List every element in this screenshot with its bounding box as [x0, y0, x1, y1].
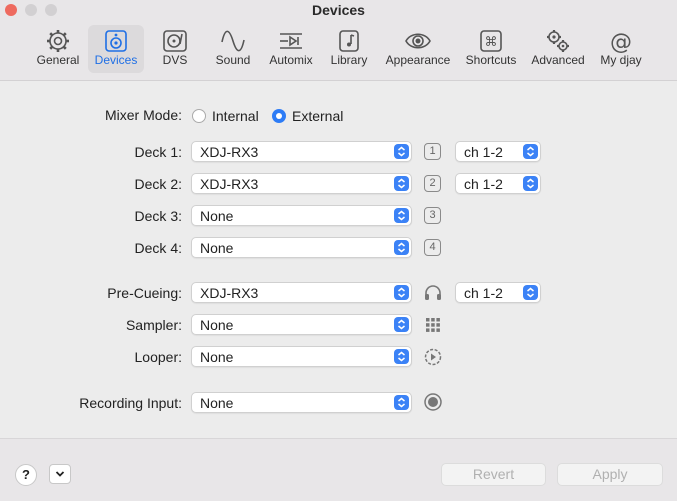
recording-input-label: Recording Input:: [79, 395, 182, 411]
automix-icon: [280, 33, 302, 49]
title-bar: Devices General Devices DVS Sound Automi…: [0, 0, 677, 81]
deck-1-channel-select[interactable]: ch 1-2: [455, 141, 541, 162]
deck-2-number-badge: 2: [424, 175, 441, 192]
mixer-mode-external-label: External: [292, 108, 344, 124]
chevron-updown-icon: [523, 176, 538, 191]
mixer-mode-internal-label: Internal: [212, 108, 259, 124]
tab-devices-label: Devices: [94, 53, 138, 67]
turntable-icon: [163, 30, 187, 52]
sampler-grid-icon: [426, 318, 440, 332]
apply-button[interactable]: Apply: [557, 463, 663, 486]
mixer-mode-label: Mixer Mode:: [104, 107, 182, 123]
deck-1-label: Deck 1:: [134, 144, 182, 160]
chevron-updown-icon: [394, 144, 409, 159]
deck-2-value: XDJ-RX3: [200, 176, 259, 192]
mixer-mode-internal-radio[interactable]: [192, 109, 206, 123]
pre-cueing-channel-value: ch 1-2: [464, 285, 503, 301]
pre-cueing-value: XDJ-RX3: [200, 285, 259, 301]
chevron-updown-icon: [394, 208, 409, 223]
tab-dvs-label: DVS: [162, 53, 188, 67]
tab-sound-label: Sound: [215, 53, 251, 67]
recording-input-value: None: [200, 395, 234, 411]
deck-4-select[interactable]: None: [191, 237, 412, 258]
tab-automix-label: Automix: [269, 53, 313, 67]
chevron-updown-icon: [523, 144, 538, 159]
pre-cueing-label: Pre-Cueing:: [107, 285, 182, 301]
deck-3-value: None: [200, 208, 234, 224]
looper-value: None: [200, 349, 234, 365]
eye-icon: [405, 33, 431, 49]
looper-label: Looper:: [134, 349, 182, 365]
tab-dvs[interactable]: DVS: [150, 25, 200, 73]
at-icon: @: [610, 30, 632, 54]
pre-cueing-select[interactable]: XDJ-RX3: [191, 282, 412, 303]
revert-button[interactable]: Revert: [441, 463, 546, 486]
sampler-value: None: [200, 317, 234, 333]
chevron-down-icon: [55, 471, 65, 477]
looper-select[interactable]: None: [191, 346, 412, 367]
tab-appearance[interactable]: Appearance: [381, 25, 455, 73]
deck-1-select[interactable]: XDJ-RX3: [191, 141, 412, 162]
tab-advanced[interactable]: Advanced: [527, 25, 589, 73]
deck-2-channel-value: ch 1-2: [464, 176, 503, 192]
tab-my-djay-label: My djay: [600, 53, 642, 67]
deck-1-number-badge: 1: [424, 143, 441, 160]
deck-3-select[interactable]: None: [191, 205, 412, 226]
headphones-icon: [425, 285, 441, 300]
command-icon: ⌘: [480, 30, 502, 52]
tab-library[interactable]: Library: [324, 25, 374, 73]
tab-library-label: Library: [330, 53, 368, 67]
tab-general[interactable]: General: [32, 25, 84, 73]
help-button[interactable]: ?: [15, 464, 37, 486]
tab-shortcuts-label: Shortcuts: [465, 53, 517, 67]
deck-1-value: XDJ-RX3: [200, 144, 259, 160]
tab-devices[interactable]: Devices: [88, 25, 144, 73]
gears-icon: [547, 30, 569, 52]
window-title: Devices: [312, 2, 365, 18]
tab-advanced-label: Advanced: [531, 53, 585, 67]
sampler-select[interactable]: None: [191, 314, 412, 335]
tab-general-label: General: [36, 53, 80, 67]
pre-cueing-channel-select[interactable]: ch 1-2: [455, 282, 541, 303]
svg-text:⌘: ⌘: [485, 35, 498, 50]
tab-shortcuts[interactable]: ⌘ Shortcuts: [460, 25, 522, 73]
deck-4-label: Deck 4:: [134, 240, 182, 256]
chevron-updown-icon: [394, 176, 409, 191]
library-icon: [339, 30, 359, 52]
chevron-updown-icon: [394, 349, 409, 364]
chevron-updown-icon: [394, 317, 409, 332]
deck-1-channel-value: ch 1-2: [464, 144, 503, 160]
mixer-mode-external-radio[interactable]: [272, 109, 286, 123]
more-options-button[interactable]: [49, 464, 71, 484]
chevron-updown-icon: [394, 285, 409, 300]
deck-2-label: Deck 2:: [134, 176, 182, 192]
sampler-label: Sampler:: [125, 317, 182, 333]
svg-text:@: @: [610, 30, 632, 54]
tab-sound[interactable]: Sound: [208, 25, 258, 73]
deck-3-label: Deck 3:: [134, 208, 182, 224]
record-icon: [424, 393, 442, 411]
tab-appearance-label: Appearance: [385, 53, 451, 67]
deck-2-channel-select[interactable]: ch 1-2: [455, 173, 541, 194]
deck-4-value: None: [200, 240, 234, 256]
recording-input-select[interactable]: None: [191, 392, 412, 413]
deck-4-number-badge: 4: [424, 239, 441, 256]
tab-automix[interactable]: Automix: [265, 25, 317, 73]
deck-2-select[interactable]: XDJ-RX3: [191, 173, 412, 194]
tab-my-djay[interactable]: @ My djay: [594, 25, 648, 73]
looper-icon: [424, 348, 442, 366]
deck-3-number-badge: 3: [424, 207, 441, 224]
speaker-icon: [105, 30, 127, 52]
waveform-icon: [221, 30, 245, 52]
bottom-bar: ? Revert Apply: [0, 438, 677, 501]
chevron-updown-icon: [394, 395, 409, 410]
gear-icon: [47, 30, 69, 52]
chevron-updown-icon: [523, 285, 538, 300]
chevron-updown-icon: [394, 240, 409, 255]
devices-settings-panel: Mixer Mode: Internal External Deck 1: XD…: [0, 81, 677, 438]
